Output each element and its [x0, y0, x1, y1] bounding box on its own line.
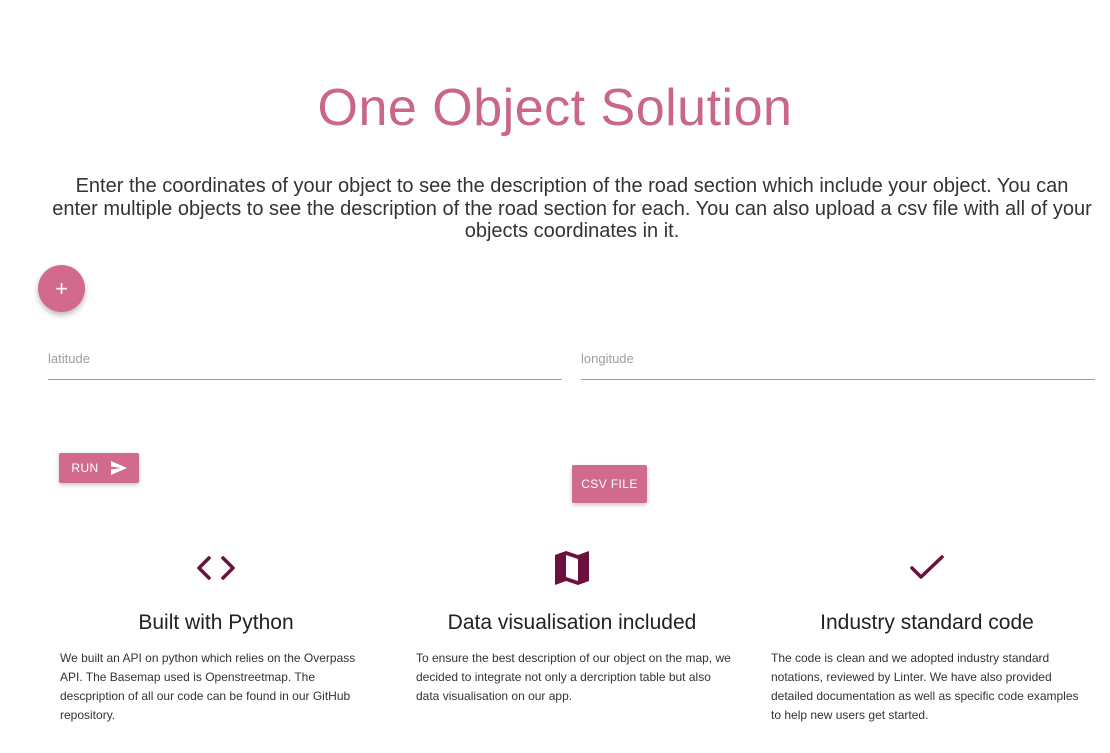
- feature-data-visualisation: Data visualisation included To ensure th…: [412, 545, 732, 706]
- page: One Object Solution Enter the coordinate…: [0, 0, 1110, 753]
- latitude-input[interactable]: [48, 345, 562, 372]
- feature-python: Built with Python We built an API on pyt…: [56, 545, 376, 725]
- csv-file-button[interactable]: CSV FILE: [572, 465, 647, 503]
- feature-title: Industry standard code: [820, 611, 1034, 634]
- feature-title: Built with Python: [138, 611, 294, 634]
- feature-industry-standard: Industry standard code The code is clean…: [767, 545, 1087, 725]
- longitude-field: [581, 345, 1095, 380]
- page-title: One Object Solution: [317, 79, 793, 137]
- map-icon: [412, 545, 732, 591]
- feature-text: To ensure the best description of our ob…: [416, 651, 731, 703]
- send-icon: [110, 461, 127, 475]
- run-button-label: RUN: [71, 461, 99, 475]
- intro-text: Enter the coordinates of your object to …: [52, 175, 1092, 242]
- code-icon: [56, 545, 376, 591]
- feature-text: We built an API on python which relies o…: [60, 651, 356, 722]
- longitude-input[interactable]: [581, 345, 1095, 372]
- add-object-button[interactable]: +: [38, 265, 85, 312]
- run-button[interactable]: RUN: [59, 453, 139, 483]
- feature-title: Data visualisation included: [447, 611, 697, 634]
- check-icon: [767, 545, 1087, 591]
- latitude-field: [48, 345, 562, 380]
- feature-text: The code is clean and we adopted industr…: [771, 651, 1079, 722]
